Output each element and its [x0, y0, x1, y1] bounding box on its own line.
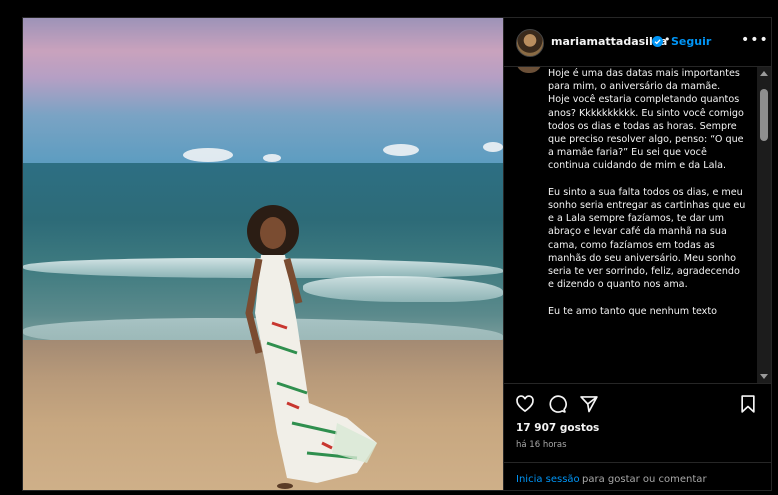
more-horizontal-icon[interactable]: •••: [741, 32, 769, 48]
login-link[interactable]: Inicia sessão: [516, 474, 580, 485]
scroll-down-arrow-icon[interactable]: [760, 374, 768, 379]
photo-cloud: [483, 142, 503, 152]
photo-cloud: [183, 148, 233, 162]
post-timestamp[interactable]: há 16 horas: [516, 440, 567, 450]
separator-dot: •: [664, 33, 671, 46]
scroll-thumb[interactable]: [760, 89, 768, 141]
post-header: mariamattadasilva • Seguir •••: [504, 18, 771, 67]
likes-count[interactable]: 17 907 gostos: [516, 422, 599, 434]
post-dialog: mariamattadasilva • Seguir ••• Hoje é um…: [22, 17, 772, 491]
post-sidebar: mariamattadasilva • Seguir ••• Hoje é um…: [503, 18, 771, 490]
caption-text: Hoje é uma das datas mais importantes pa…: [548, 68, 746, 317]
caption-scrollbar[interactable]: [757, 67, 771, 383]
verified-badge-icon: [652, 36, 663, 47]
scroll-up-arrow-icon[interactable]: [760, 71, 768, 76]
post-actions: 17 907 gostos há 16 horas Inicia sessão …: [504, 383, 771, 490]
bookmark-icon[interactable]: [738, 394, 758, 414]
login-prompt-text: para gostar ou comentar: [582, 474, 707, 485]
paper-plane-icon[interactable]: [579, 394, 599, 414]
caption-avatar: [516, 67, 542, 73]
photo-cloud: [263, 154, 281, 162]
comment-icon[interactable]: [547, 394, 567, 414]
post-photo[interactable]: [23, 18, 503, 490]
follow-button[interactable]: Seguir: [671, 35, 711, 48]
login-prompt: Inicia sessão para gostar ou comentar: [504, 462, 771, 490]
heart-icon[interactable]: [515, 394, 535, 414]
photo-sky: [23, 18, 503, 168]
photo-cloud: [383, 144, 419, 156]
photo-person: [245, 205, 377, 489]
avatar[interactable]: [516, 29, 544, 57]
username-link[interactable]: mariamattadasilva: [551, 35, 667, 48]
caption-scroll-area[interactable]: Hoje é uma das datas mais importantes pa…: [504, 67, 771, 383]
